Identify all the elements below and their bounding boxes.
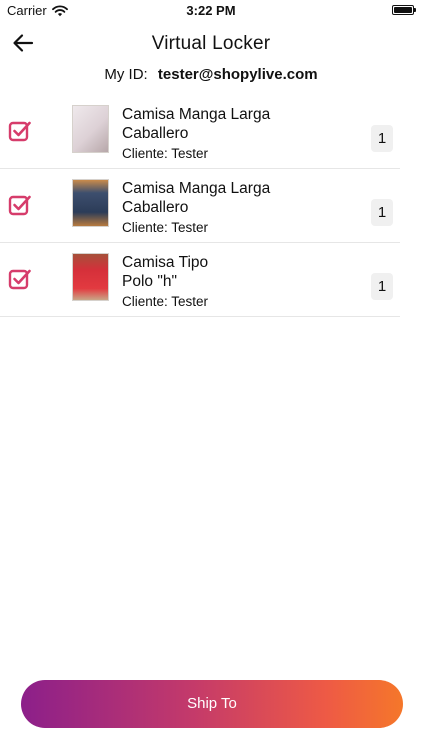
checkbox-glyph [8, 121, 31, 142]
my-id-row: My ID: tester@shopylive.com [0, 66, 422, 83]
quantity-badge: 1 [371, 125, 393, 152]
item-client: Cliente: Tester [122, 294, 209, 309]
item-name: Camisa Manga Larga Caballero [122, 106, 271, 142]
checkbox-glyph [8, 195, 31, 216]
list-item[interactable]: Camisa Manga Larga Caballero Cliente: Te… [0, 95, 400, 169]
clock: 3:22 PM [186, 3, 236, 18]
status-bar: Carrier 3:22 PM [0, 0, 422, 22]
list-item[interactable]: Camisa Manga Larga Caballero Cliente: Te… [0, 169, 400, 243]
page-title: Virtual Locker [151, 33, 271, 54]
list-item[interactable]: Camisa Tipo Polo "h" Cliente: Tester 1 [0, 243, 400, 317]
item-details: Camisa Tipo Polo "h" Cliente: Tester [122, 253, 352, 309]
checkbox-glyph [8, 269, 31, 290]
item-client: Cliente: Tester [122, 146, 209, 161]
quantity-badge: 1 [371, 273, 393, 300]
checked-checkbox-icon[interactable] [8, 267, 32, 291]
back-arrow-icon [13, 34, 34, 52]
item-client: Cliente: Tester [122, 220, 209, 235]
ship-to-button[interactable]: Ship To [21, 680, 403, 728]
shirt-photo-thumbnail [72, 253, 109, 301]
item-name: Camisa Manga Larga Caballero [122, 180, 271, 216]
checked-checkbox-icon[interactable] [8, 119, 32, 143]
checked-checkbox-icon[interactable] [8, 193, 32, 217]
item-name: Camisa Tipo Polo "h" [122, 254, 209, 290]
quantity-badge: 1 [371, 199, 393, 226]
battery-icon [392, 5, 416, 15]
shirt-photo-thumbnail [72, 105, 109, 153]
locker-item-list: Camisa Manga Larga Caballero Cliente: Te… [0, 95, 400, 317]
back-button[interactable] [8, 28, 38, 58]
my-id-label: My ID: [104, 66, 148, 83]
item-details: Camisa Manga Larga Caballero Cliente: Te… [122, 179, 352, 235]
battery-level [394, 7, 412, 13]
shirt-photo-thumbnail [72, 179, 109, 227]
my-id-value: tester@shopylive.com [157, 66, 318, 83]
item-details: Camisa Manga Larga Caballero Cliente: Te… [122, 105, 352, 161]
navigation-bar: Virtual Locker [0, 22, 422, 66]
